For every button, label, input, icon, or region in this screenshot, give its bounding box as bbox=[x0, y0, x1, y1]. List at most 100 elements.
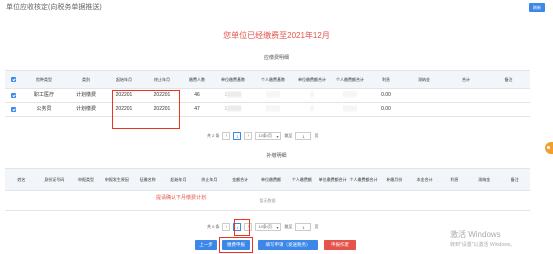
col-header: 单位缴费额合计 bbox=[318, 177, 347, 182]
page-number[interactable]: 1 bbox=[233, 132, 242, 140]
col-header: 缴费人数 bbox=[189, 77, 205, 82]
table-header-row: 险种类型 类别 起始年月 终止年月 缴费人数 单位缴费基数 个人缴费基数 单位缴… bbox=[5, 70, 530, 89]
page-size-select[interactable]: 10条/页 ▾ bbox=[255, 132, 282, 140]
col-header: 申报发生原因 bbox=[104, 177, 129, 182]
void-declaration-button[interactable]: 申报作废 bbox=[324, 240, 356, 250]
col-header: 备注 bbox=[504, 77, 513, 82]
total-count: 共 0 条 bbox=[207, 224, 220, 229]
table-cell bbox=[445, 89, 487, 102]
col-header: 险种类型 bbox=[36, 77, 52, 82]
table-cell: 公务员 bbox=[36, 106, 52, 112]
next-page-button[interactable]: › bbox=[244, 132, 253, 140]
table-cell: ▒▒▒▒ bbox=[342, 106, 358, 112]
refresh-button[interactable]: 刷新 bbox=[529, 3, 545, 12]
col-header: 个人缴费额合计 bbox=[336, 77, 364, 82]
col-header: 终止年月 bbox=[154, 77, 170, 82]
page-title: 单位应收核定(向税务单据推送) bbox=[6, 4, 102, 11]
table-cell: 职工医疗 bbox=[33, 92, 54, 98]
table-cell: 0.00 bbox=[381, 92, 391, 98]
table-header-row: 姓名 身份证号码 申报类型 申报发生原因 征缴名称 起始年月 终止年月 金额合计… bbox=[5, 168, 530, 191]
page-size-value: 10条/页 bbox=[258, 133, 273, 138]
col-header: 姓名 bbox=[17, 177, 26, 182]
period-highlight-box bbox=[112, 90, 180, 129]
col-header: 个人缴费基数 bbox=[261, 77, 285, 82]
page-unit-label: 页 bbox=[314, 133, 319, 138]
col-header: 备注 bbox=[510, 177, 519, 182]
col-header: 合计 bbox=[462, 77, 470, 82]
row-checkbox[interactable] bbox=[10, 107, 16, 112]
confirm-hint: 提请确认下月缴费计划 bbox=[156, 195, 207, 201]
goto-label: 跳至 bbox=[284, 133, 293, 138]
table-cell bbox=[403, 103, 445, 116]
supplement-table: 姓名 身份证号码 申报类型 申报发生原因 征缴名称 起始年月 终止年月 金额合计… bbox=[5, 168, 530, 211]
page-unit-label: 页 bbox=[314, 224, 319, 229]
select-all-cell[interactable] bbox=[5, 71, 21, 88]
side-float-tab[interactable] bbox=[545, 142, 553, 154]
table-cell: 0.00 bbox=[381, 106, 391, 112]
col-header: 单位缴费额合计 bbox=[298, 77, 326, 82]
table-row[interactable]: 职工医疗 计划缴费 202201 202201 46 1▒▒▒▒ ▒▒▒▒ ▒ … bbox=[5, 89, 530, 103]
main-section-title: 应缴费明细 bbox=[263, 55, 289, 61]
row-checkbox[interactable] bbox=[10, 93, 16, 98]
sub-section-title: 补缴明细 bbox=[266, 153, 287, 159]
activation-watermark-text: 转到"设置"以激活 Windows。 bbox=[450, 242, 516, 248]
prev-page-button[interactable]: ‹ bbox=[222, 223, 231, 231]
col-header: 起始年月 bbox=[170, 177, 187, 182]
col-header: 个人缴费额合计 bbox=[349, 177, 378, 182]
col-header: 本金合计 bbox=[416, 177, 433, 182]
previous-step-button[interactable]: 上一步 bbox=[195, 240, 217, 250]
table-cell: 1▒▒▒▒ bbox=[224, 92, 242, 98]
col-header: 申报类型 bbox=[78, 177, 95, 182]
col-header: 终止年月 bbox=[201, 177, 218, 182]
table-cell bbox=[403, 89, 445, 102]
empty-state: 暂无数据 bbox=[5, 191, 530, 211]
total-count: 共 2 条 bbox=[207, 133, 220, 138]
table-cell: ▒▒▒▒ bbox=[265, 106, 281, 112]
row-select-cell[interactable] bbox=[5, 89, 21, 102]
col-header: 征缴名称 bbox=[139, 177, 156, 182]
row-select-cell[interactable] bbox=[5, 103, 21, 116]
page-size-select[interactable]: 10条/页 ▾ bbox=[255, 223, 282, 231]
payment-status-banner: 您单位已经缴费至2021年12月 bbox=[223, 31, 330, 40]
table-cell bbox=[487, 89, 530, 102]
table-cell: 46 bbox=[194, 92, 200, 98]
table-cell: ▒▒▒▒ bbox=[342, 92, 358, 98]
col-header: 利息 bbox=[382, 77, 390, 82]
col-header: 单位缴费额 bbox=[261, 177, 281, 182]
table-cell: 计划缴费 bbox=[75, 106, 96, 112]
pagination: 共 0 条 ‹ 1 › 10条/页 ▾ 跳至 1 页 bbox=[207, 223, 318, 231]
pagination: 共 2 条 ‹ 1 › 10条/页 ▾ 跳至 1 页 bbox=[207, 132, 318, 140]
col-header: 单位缴费基数 bbox=[221, 77, 245, 82]
col-header: 滞纳金 bbox=[418, 77, 430, 82]
chevron-down-icon: ▾ bbox=[276, 224, 279, 230]
col-header: 个人缴费额 bbox=[291, 177, 312, 182]
table-row[interactable]: 公务员 计划缴费 202201 202201 47 1▒▒▒▒ ▒▒▒▒ ▒ ▒… bbox=[5, 103, 530, 117]
table-cell: 计划缴费 bbox=[75, 92, 96, 98]
select-all-checkbox[interactable] bbox=[10, 77, 16, 82]
activation-watermark-title: 激活 Windows bbox=[450, 230, 501, 239]
table-cell: 1▒▒▒▒ bbox=[224, 106, 242, 112]
table-cell bbox=[445, 103, 487, 116]
page-size-value: 10条/页 bbox=[258, 224, 273, 229]
fill-application-button[interactable]: 填写申请（发送税务） bbox=[258, 240, 318, 250]
payable-table: 险种类型 类别 起始年月 终止年月 缴费人数 单位缴费基数 个人缴费基数 单位缴… bbox=[5, 70, 530, 117]
prev-page-button[interactable]: ‹ bbox=[222, 132, 231, 140]
goto-label: 跳至 bbox=[284, 224, 293, 229]
goto-page-input[interactable]: 1 bbox=[295, 223, 312, 231]
table-cell bbox=[487, 103, 530, 116]
col-header: 类别 bbox=[82, 77, 90, 82]
col-header: 滞纳金 bbox=[478, 177, 491, 182]
table-cell: ▒▒▒▒ bbox=[265, 92, 281, 98]
pay-button-highlight-box bbox=[219, 237, 253, 253]
col-header: 补缴月份 bbox=[386, 177, 403, 182]
next-page-highlight-box bbox=[234, 219, 250, 236]
col-header: 起始年月 bbox=[116, 77, 132, 82]
col-header: 金额合计 bbox=[232, 177, 249, 182]
goto-page-input[interactable]: 1 bbox=[295, 132, 312, 140]
col-header: 利息 bbox=[450, 177, 459, 182]
table-cell: ▒ bbox=[310, 106, 314, 112]
table-cell: ▒ bbox=[310, 92, 314, 98]
col-header: 身份证号码 bbox=[44, 177, 65, 182]
chevron-down-icon: ▾ bbox=[276, 133, 279, 139]
table-cell: 47 bbox=[194, 106, 200, 112]
